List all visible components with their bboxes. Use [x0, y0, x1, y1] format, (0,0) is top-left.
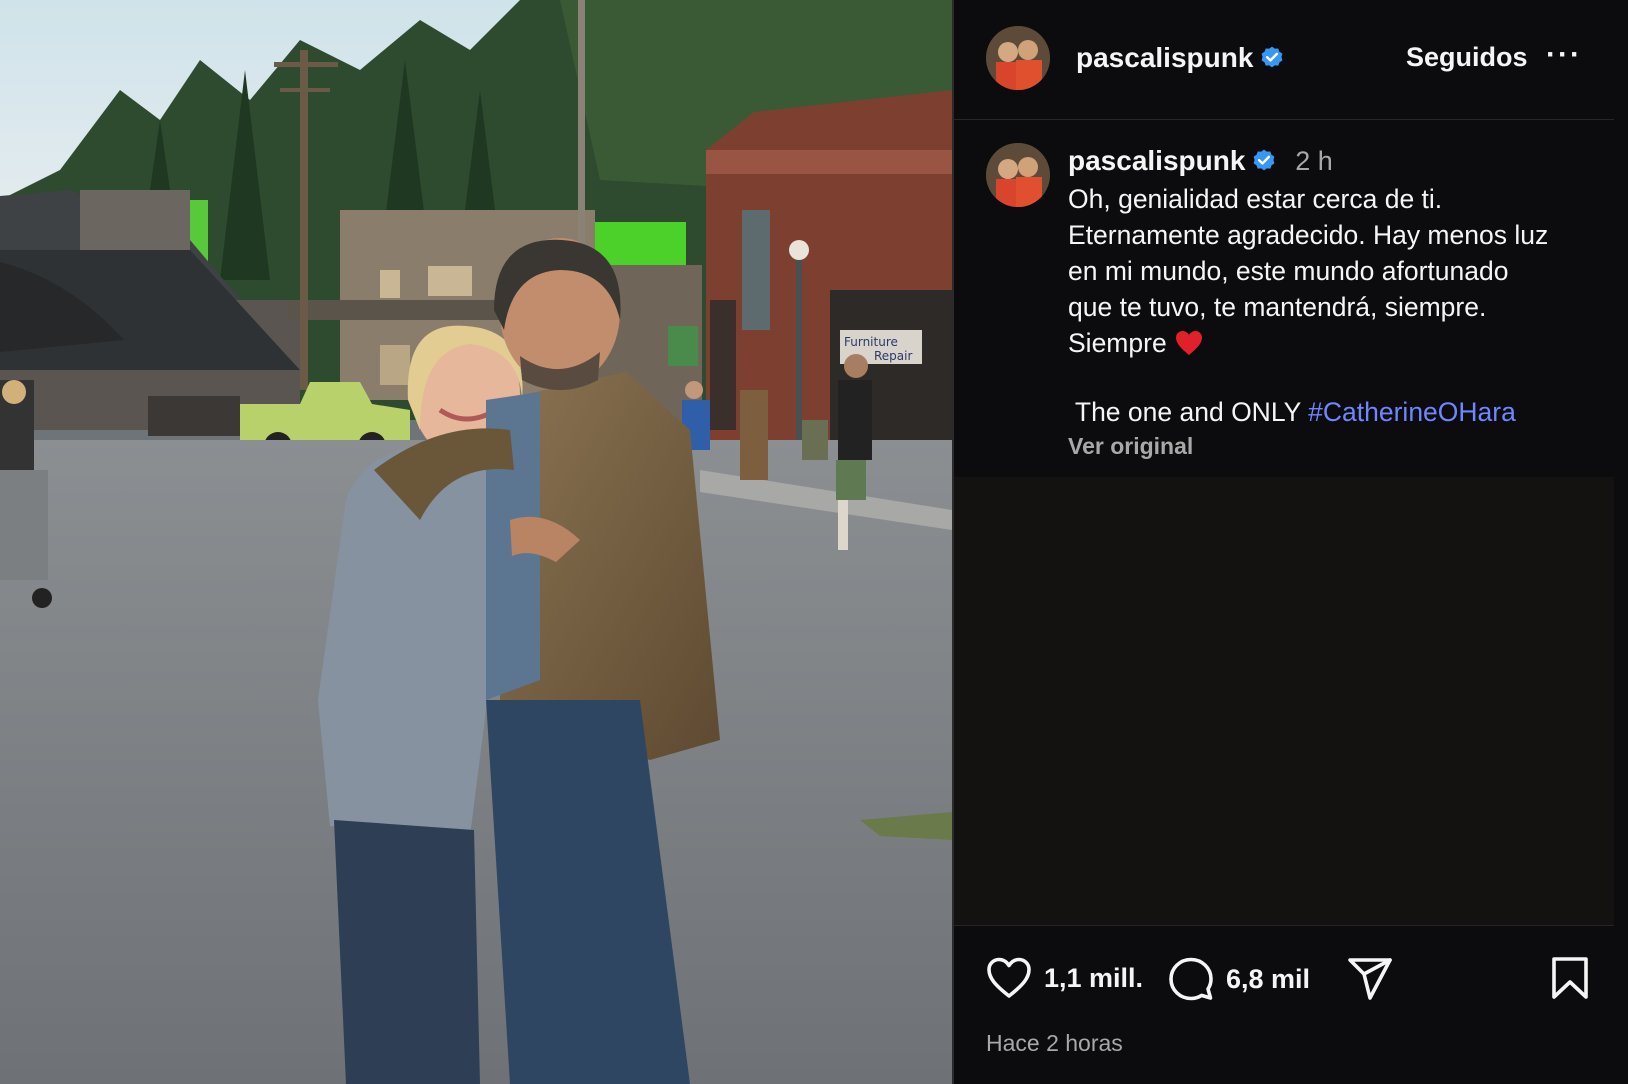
- heart-icon: [987, 957, 1031, 998]
- avatar-image: [986, 26, 1050, 90]
- hashtag-link[interactable]: #CatherineOHara: [1308, 397, 1516, 427]
- caption-time[interactable]: 2 h: [1295, 146, 1333, 176]
- comments-count[interactable]: 6,8 mil: [1226, 964, 1310, 995]
- post-side-panel: pascalispunk Seguidos ··· pascalispunk 2…: [952, 0, 1628, 1084]
- caption-text: Oh, genialidad estar cerca de ti. Eterna…: [1068, 181, 1598, 361]
- author-avatar[interactable]: [986, 26, 1050, 90]
- save-button[interactable]: [1550, 956, 1590, 1000]
- author-username-text[interactable]: pascalispunk: [1076, 42, 1253, 73]
- photo-illustration: Furniture Repair: [0, 0, 952, 1084]
- post-header: pascalispunk Seguidos ···: [954, 0, 1614, 120]
- verified-badge-icon: [1262, 46, 1283, 68]
- caption-avatar-image: [986, 143, 1050, 207]
- see-original-link[interactable]: Ver original: [1068, 433, 1193, 460]
- caption-username[interactable]: pascalispunk: [1068, 145, 1245, 176]
- sign-text-line1: Furniture: [844, 335, 898, 349]
- share-icon: [1348, 958, 1392, 1000]
- comment-button[interactable]: 6,8 mil: [1168, 956, 1310, 1002]
- caption-tagline: The one and ONLY #CatherineOHara: [1068, 397, 1516, 428]
- verified-badge-icon: [1254, 149, 1275, 171]
- caption-body: Oh, genialidad estar cerca de ti. Eterna…: [1068, 184, 1549, 358]
- tagline-text: The one and ONLY: [1068, 397, 1309, 427]
- sign-text-line2: Repair: [874, 349, 912, 363]
- like-button[interactable]: 1,1 mill.: [986, 956, 1143, 1000]
- caption-meta: pascalispunk 2 h: [1068, 145, 1333, 177]
- more-options-icon[interactable]: ···: [1546, 38, 1582, 72]
- red-heart-emoji: [1175, 331, 1202, 355]
- instagram-post: Furniture Repair pascalispunk Seguidos ·…: [0, 0, 1628, 1084]
- following-button[interactable]: Seguidos: [1406, 42, 1528, 73]
- post-caption: pascalispunk 2 h Oh, genialidad estar ce…: [954, 121, 1614, 477]
- post-actions: 1,1 mill. 6,8 mil Hace 2 horas: [954, 925, 1614, 1084]
- caption-author-avatar[interactable]: [986, 143, 1050, 207]
- bookmark-icon: [1552, 957, 1588, 999]
- share-button[interactable]: [1346, 956, 1394, 1002]
- comments-area: [954, 477, 1614, 925]
- post-photo[interactable]: Furniture Repair: [0, 0, 952, 1084]
- author-username[interactable]: pascalispunk: [1076, 42, 1285, 74]
- comment-icon: [1169, 957, 1213, 1001]
- post-timestamp[interactable]: Hace 2 horas: [986, 1030, 1123, 1057]
- likes-count[interactable]: 1,1 mill.: [1044, 963, 1143, 994]
